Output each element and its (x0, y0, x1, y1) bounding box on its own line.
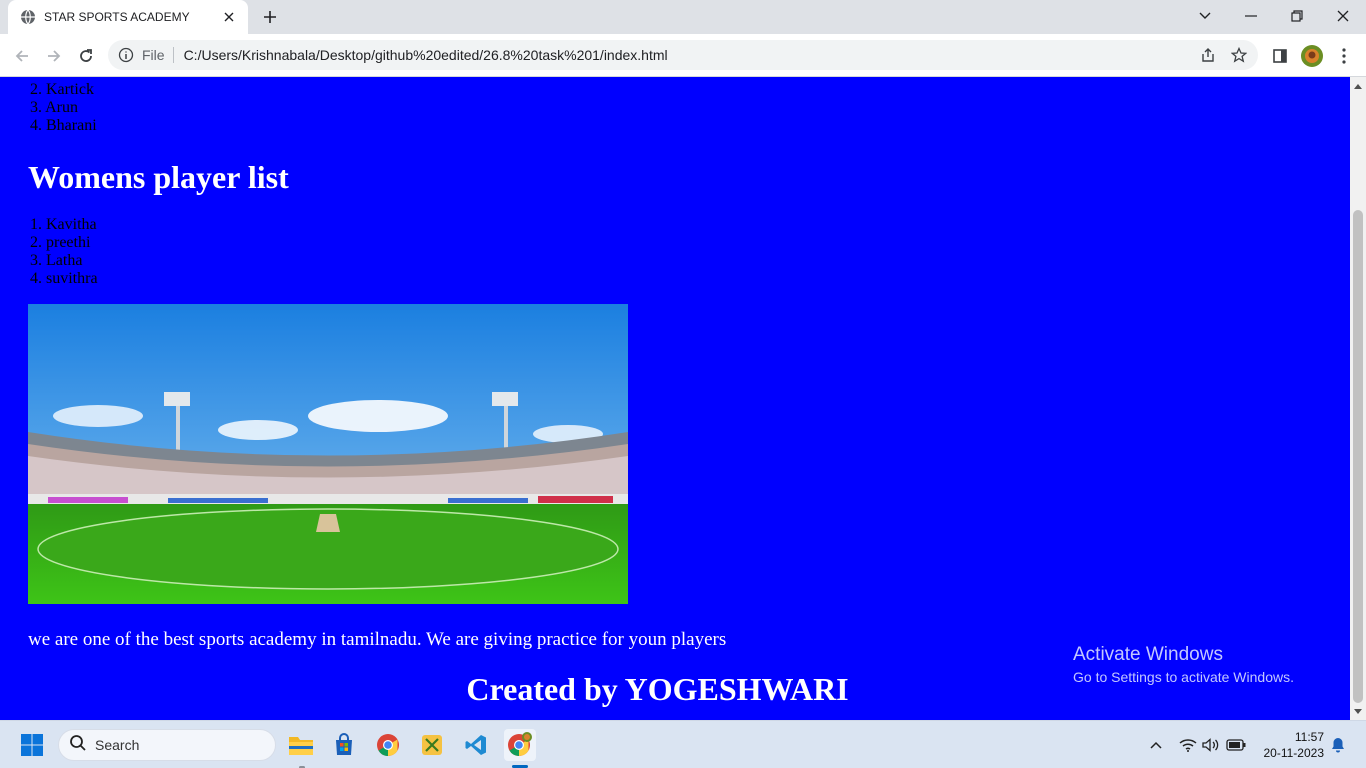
clock-time: 11:57 (1294, 730, 1324, 744)
url-scheme-label: File (142, 47, 174, 63)
forward-button[interactable] (40, 42, 68, 70)
battery-icon[interactable] (1226, 733, 1246, 757)
restore-button[interactable] (1274, 0, 1320, 32)
profile-avatar[interactable] (1298, 42, 1326, 70)
tab-title: STAR SPORTS ACADEMY (44, 10, 190, 24)
page-scrollbar[interactable] (1350, 77, 1366, 720)
address-bar[interactable]: File C:/Users/Krishnabala/Desktop/github… (108, 40, 1258, 70)
microsoft-store-icon[interactable] (328, 729, 360, 761)
page-viewport: 2. Kartick 3. Arun 4. Bharani Womens pla… (0, 77, 1350, 720)
volume-icon[interactable] (1201, 733, 1221, 757)
scrollbar-thumb[interactable] (1353, 210, 1363, 703)
side-panel-icon[interactable] (1266, 42, 1294, 70)
windows-taskbar: Search 11:57 20-11-2023 (0, 720, 1366, 768)
activate-heading: Activate Windows (1073, 644, 1223, 665)
men-player-list: 2. Kartick 3. Arun 4. Bharani (30, 81, 97, 135)
share-icon[interactable] (1195, 40, 1221, 70)
minimize-button[interactable] (1228, 0, 1274, 32)
new-tab-button[interactable] (258, 6, 282, 28)
windows-start-icon[interactable] (16, 729, 48, 761)
reload-button[interactable] (72, 42, 100, 70)
snipping-tool-icon[interactable] (416, 729, 448, 761)
list-item: 1. Kavitha (30, 216, 97, 233)
url-text[interactable]: C:/Users/Krishnabala/Desktop/github%20ed… (184, 47, 668, 63)
back-button[interactable] (8, 42, 36, 70)
list-item: 4. suvithra (30, 270, 98, 287)
womens-list-heading: Womens player list (28, 159, 289, 195)
file-explorer-icon[interactable] (285, 729, 317, 761)
activate-windows-watermark: Activate Windows Go to Settings to activ… (1073, 644, 1294, 685)
list-item: 3. Latha (30, 252, 83, 269)
scroll-up-arrow-icon[interactable] (1350, 77, 1366, 94)
browser-toolbar: File C:/Users/Krishnabala/Desktop/github… (0, 34, 1366, 77)
close-window-button[interactable] (1320, 0, 1366, 32)
taskbar-search-box[interactable]: Search (58, 729, 276, 761)
women-player-list: 1. Kavitha 2. preethi 3. Latha 4. suvith… (30, 216, 98, 288)
bookmark-star-icon[interactable] (1226, 40, 1252, 70)
list-item: 4. Bharani (30, 117, 97, 134)
chrome-profile-icon[interactable] (504, 729, 536, 761)
wifi-icon[interactable] (1178, 733, 1198, 757)
activate-subtext: Go to Settings to activate Windows. (1073, 669, 1294, 685)
browser-tab-strip: STAR SPORTS ACADEMY (0, 0, 1366, 34)
stadium-image (28, 304, 628, 604)
list-item: 2. Kartick (30, 81, 94, 98)
chrome-icon[interactable] (372, 729, 404, 761)
info-icon[interactable] (118, 47, 134, 63)
notification-bell-icon[interactable] (1328, 733, 1348, 757)
globe-icon (20, 9, 36, 25)
search-label: Search (95, 737, 140, 753)
show-hidden-icons-chevron-icon[interactable] (1146, 733, 1166, 757)
tab-search-button[interactable] (1182, 0, 1228, 32)
about-paragraph: we are one of the best sports academy in… (28, 629, 727, 650)
vscode-icon[interactable] (460, 729, 492, 761)
system-clock[interactable]: 11:57 20-11-2023 (1256, 729, 1325, 761)
browser-tab[interactable]: STAR SPORTS ACADEMY (8, 0, 248, 34)
close-tab-icon[interactable] (220, 8, 238, 26)
search-icon (69, 734, 87, 757)
list-item: 2. preethi (30, 234, 91, 251)
scroll-down-arrow-icon[interactable] (1350, 703, 1366, 720)
clock-date: 20-11-2023 (1263, 746, 1325, 760)
list-item: 3. Arun (30, 99, 78, 116)
menu-kebab-icon[interactable] (1330, 42, 1358, 70)
